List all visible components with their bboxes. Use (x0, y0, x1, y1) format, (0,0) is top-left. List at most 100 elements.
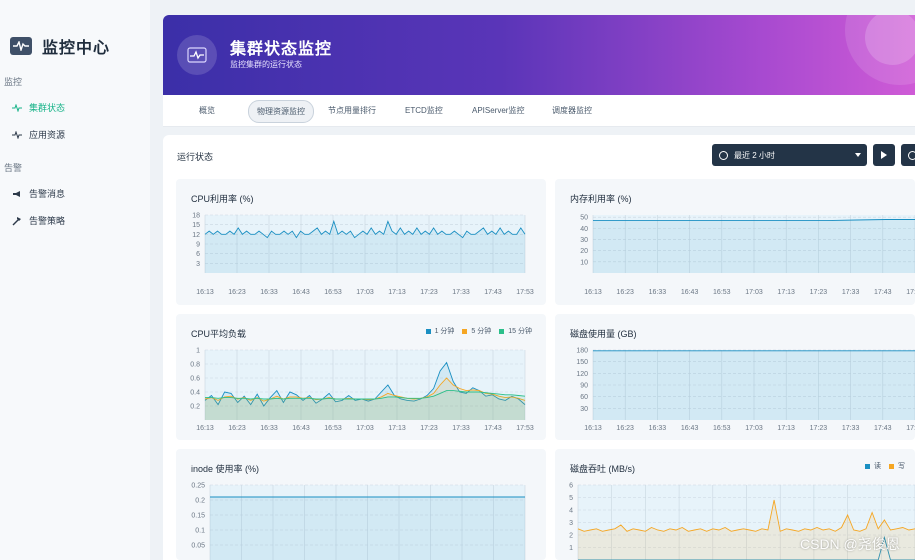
pulse-icon (12, 130, 22, 140)
x-tick-label: 17:13 (388, 425, 406, 432)
inode-usage-card: 0.05 0.1 0.15 0.2 0.25 inode 使用率 (%) (176, 449, 546, 560)
y-tick-label: 150 (576, 359, 588, 366)
sidebar-item-alert-policies[interactable]: 告警策略 (12, 214, 65, 227)
x-tick-label: 16:23 (228, 289, 246, 296)
x-tick-label: 16:33 (260, 425, 278, 432)
y-tick-label: 5 (569, 495, 573, 502)
disk-usage-card: 30 60 90 120 150 180 16:13 16:23 16:33 16:43 16:53… (555, 314, 915, 440)
x-tick-label: 17:53 (516, 289, 534, 296)
y-tick-label: 18 (192, 213, 200, 220)
x-tick-label: 17:53 (906, 289, 915, 296)
sidebar-item-cluster-status[interactable]: 集群状态 (12, 101, 65, 114)
tab-node-usage-rank[interactable]: 节点用量排行 (320, 100, 384, 121)
x-tick-label: 17:23 (810, 425, 828, 432)
play-button[interactable] (873, 144, 895, 166)
series-area (210, 497, 525, 560)
x-tick-label: 16:23 (228, 425, 246, 432)
refresh-button[interactable] (901, 144, 915, 166)
cpu-load-card: 0.2 0.4 0.6 0.8 1 16:13 16:23 16:33 16:43 16:53 17… (176, 314, 546, 440)
x-tick-label: 17:23 (810, 289, 828, 296)
x-tick-label: 17:33 (842, 425, 860, 432)
y-tick-label: 30 (580, 406, 588, 413)
x-tick-label: 17:23 (420, 289, 438, 296)
tab-apiserver[interactable]: APIServer监控 (464, 100, 532, 121)
chart-title: CPU平均负载 (191, 329, 247, 339)
sidebar-item-label: 告警策略 (29, 216, 66, 226)
section-title: 运行状态 (177, 152, 214, 162)
sidebar-section-monitor: 监控 (4, 77, 23, 87)
y-tick-label: 40 (580, 226, 588, 233)
time-range-select[interactable]: 最近 2 小时 (712, 144, 867, 166)
sidebar-section-alert: 告警 (4, 163, 23, 173)
cpu-usage-card: 3 6 9 12 15 18 16:13 16:23 16:33 16:43 16:53 17:03 1… (176, 179, 546, 305)
chart-title: CPU利用率 (%) (191, 194, 254, 204)
y-tick-label: 0.2 (195, 498, 205, 505)
time-range-value: 最近 2 小时 (734, 150, 775, 160)
tab-overview[interactable]: 概览 (191, 100, 223, 121)
y-tick-label: 0.05 (191, 543, 205, 550)
tab-physical-resources[interactable]: 物理资源监控 (248, 100, 314, 123)
main-panel: 运行状态 最近 2 小时 3 6 9 12 15 18 16:13 16:23 16:33 16:… (163, 135, 915, 560)
legend-item-5min[interactable]: 5 分钟 (462, 326, 491, 336)
clock-icon (719, 150, 728, 160)
y-tick-label: 1 (569, 545, 573, 552)
x-tick-label: 16:13 (196, 425, 214, 432)
y-tick-label: 0.2 (190, 404, 200, 411)
y-tick-label: 9 (196, 242, 200, 249)
y-tick-label: 0.25 (191, 483, 205, 490)
y-tick-label: 0.6 (190, 376, 200, 383)
pulse-icon (12, 103, 22, 113)
sidebar-item-app-resources[interactable]: 应用资源 (12, 128, 65, 141)
x-tick-label: 17:43 (874, 425, 892, 432)
sidebar-item-label: 告警消息 (29, 189, 66, 199)
x-tick-label: 16:53 (324, 425, 342, 432)
x-tick-label: 16:33 (649, 425, 667, 432)
app-title: 监控中心 (42, 40, 111, 57)
x-tick-label: 16:13 (584, 425, 602, 432)
page-header: 集群状态监控 监控集群的运行状态 (163, 15, 915, 95)
series-area (593, 350, 915, 420)
x-tick-label: 16:53 (713, 425, 731, 432)
refresh-icon (907, 150, 915, 160)
x-tick-label: 16:53 (324, 289, 342, 296)
legend-item-15min[interactable]: 15 分钟 (499, 326, 532, 336)
y-tick-label: 0.8 (190, 362, 200, 369)
monitor-pulse-icon (10, 37, 32, 55)
page-subtitle: 监控集群的运行状态 (230, 60, 302, 69)
chart-title: inode 使用率 (%) (191, 464, 260, 474)
x-tick-label: 16:43 (292, 425, 310, 432)
x-tick-label: 17:03 (356, 425, 374, 432)
chart-legend: 1 分钟 5 分钟 15 分钟 (418, 326, 532, 336)
x-tick-label: 17:03 (745, 289, 763, 296)
watermark: CSDN @尧俊恩 (800, 536, 900, 552)
y-tick-label: 15 (192, 222, 200, 229)
hammer-icon (12, 216, 22, 226)
x-tick-label: 17:03 (745, 425, 763, 432)
app-logo: 监控中心 (10, 34, 110, 58)
y-tick-label: 20 (580, 248, 588, 255)
y-tick-label: 180 (576, 348, 588, 355)
tab-bar: 概览 物理资源监控 节点用量排行 ETCD监控 APIServer监控 调度器监… (163, 95, 915, 127)
y-tick-label: 2 (569, 533, 573, 540)
sidebar-item-alert-messages[interactable]: 告警消息 (12, 187, 65, 200)
series-area (593, 219, 915, 273)
tab-etcd[interactable]: ETCD监控 (397, 100, 451, 121)
x-tick-label: 17:43 (484, 289, 502, 296)
x-tick-label: 16:53 (713, 289, 731, 296)
y-tick-label: 0.15 (191, 513, 205, 520)
chevron-down-icon (855, 153, 861, 157)
legend-item-1min[interactable]: 1 分钟 (425, 326, 454, 336)
y-tick-label: 90 (580, 383, 588, 390)
legend-item-write[interactable]: 写 (889, 461, 905, 471)
x-tick-label: 16:13 (584, 289, 602, 296)
tab-scheduler[interactable]: 调度器监控 (544, 100, 600, 121)
y-tick-label: 10 (580, 259, 588, 266)
chart-title: 磁盘吞吐 (MB/s) (570, 464, 635, 474)
x-tick-label: 17:13 (388, 289, 406, 296)
x-tick-label: 17:43 (874, 289, 892, 296)
x-tick-label: 17:53 (906, 425, 915, 432)
legend-item-read[interactable]: 读 (865, 461, 881, 471)
y-tick-label: 0.1 (195, 528, 205, 535)
x-tick-label: 16:23 (616, 425, 634, 432)
x-tick-label: 16:23 (616, 289, 634, 296)
